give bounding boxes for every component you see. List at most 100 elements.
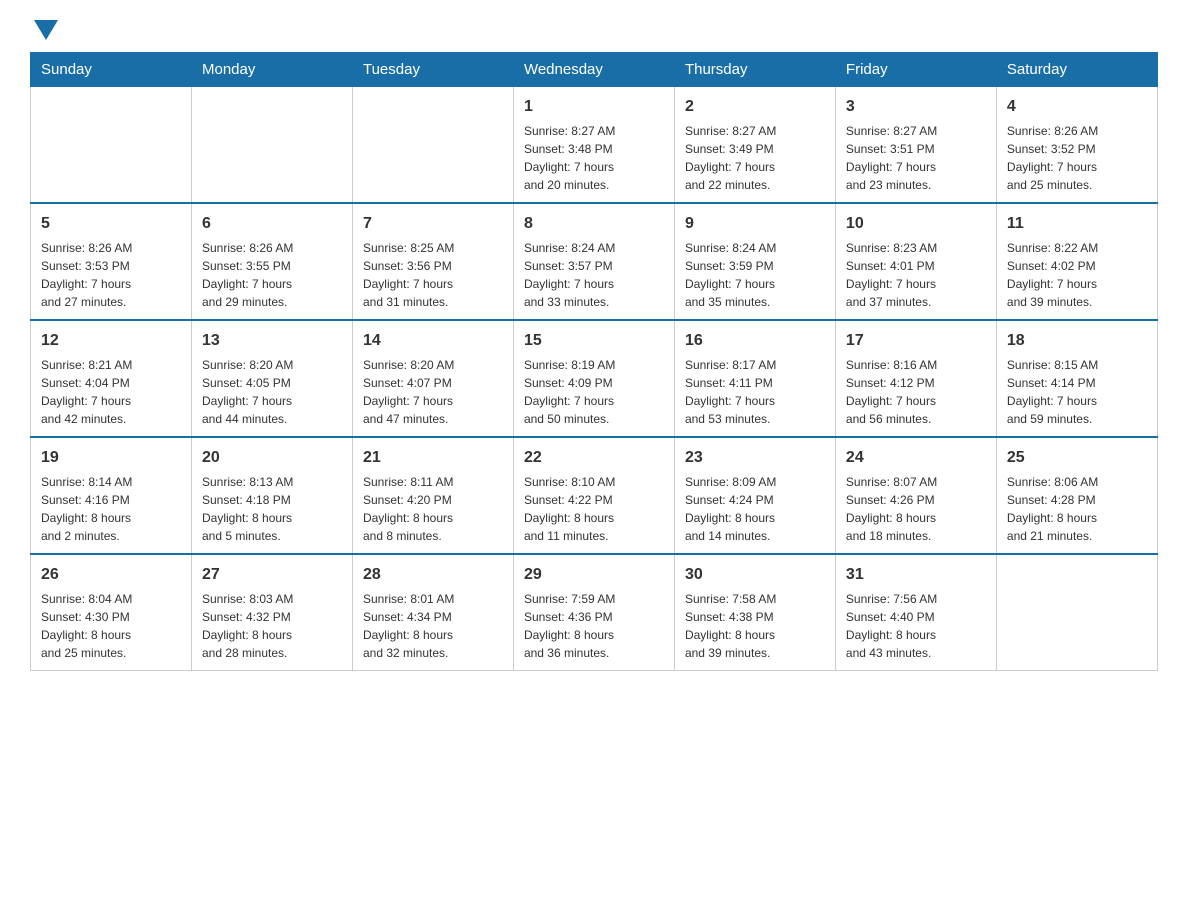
day-info-line: Daylight: 8 hours	[1007, 509, 1147, 527]
day-info-line: Daylight: 8 hours	[846, 626, 986, 644]
day-number: 12	[41, 329, 181, 353]
day-info-line: Daylight: 7 hours	[524, 392, 664, 410]
calendar-cell: 29Sunrise: 7:59 AMSunset: 4:36 PMDayligh…	[513, 554, 674, 671]
day-info-line: Sunset: 4:20 PM	[363, 491, 503, 509]
day-info-line: Sunset: 4:01 PM	[846, 257, 986, 275]
calendar-header-tuesday: Tuesday	[352, 53, 513, 87]
day-info-line: Sunrise: 8:04 AM	[41, 590, 181, 608]
day-info-line: and 47 minutes.	[363, 410, 503, 428]
calendar-cell	[191, 87, 352, 204]
calendar-header-sunday: Sunday	[31, 53, 192, 87]
logo-general-text	[30, 20, 58, 42]
calendar-cell: 28Sunrise: 8:01 AMSunset: 4:34 PMDayligh…	[352, 554, 513, 671]
day-info-line: Daylight: 8 hours	[685, 626, 825, 644]
calendar-cell: 1Sunrise: 8:27 AMSunset: 3:48 PMDaylight…	[513, 87, 674, 204]
day-number: 29	[524, 563, 664, 587]
day-info-line: Daylight: 8 hours	[524, 509, 664, 527]
day-info-line: Sunrise: 8:27 AM	[685, 122, 825, 140]
day-number: 27	[202, 563, 342, 587]
day-number: 8	[524, 212, 664, 236]
calendar-week-row: 26Sunrise: 8:04 AMSunset: 4:30 PMDayligh…	[31, 554, 1158, 671]
calendar-header-thursday: Thursday	[674, 53, 835, 87]
day-info-line: Daylight: 7 hours	[1007, 158, 1147, 176]
day-number: 20	[202, 446, 342, 470]
day-info-line: Sunset: 3:56 PM	[363, 257, 503, 275]
day-info-line: Daylight: 7 hours	[202, 392, 342, 410]
calendar-cell: 30Sunrise: 7:58 AMSunset: 4:38 PMDayligh…	[674, 554, 835, 671]
day-info-line: Sunset: 3:55 PM	[202, 257, 342, 275]
calendar-cell: 11Sunrise: 8:22 AMSunset: 4:02 PMDayligh…	[996, 203, 1157, 320]
day-info-line: Sunset: 4:05 PM	[202, 374, 342, 392]
day-number: 7	[363, 212, 503, 236]
day-info-line: Sunset: 3:49 PM	[685, 140, 825, 158]
calendar-cell: 8Sunrise: 8:24 AMSunset: 3:57 PMDaylight…	[513, 203, 674, 320]
day-info-line: Sunset: 4:16 PM	[41, 491, 181, 509]
calendar-cell: 10Sunrise: 8:23 AMSunset: 4:01 PMDayligh…	[835, 203, 996, 320]
calendar-cell: 20Sunrise: 8:13 AMSunset: 4:18 PMDayligh…	[191, 437, 352, 554]
day-info-line: and 39 minutes.	[1007, 293, 1147, 311]
day-info-line: and 27 minutes.	[41, 293, 181, 311]
day-info-line: Sunset: 3:48 PM	[524, 140, 664, 158]
day-info-line: Sunset: 4:02 PM	[1007, 257, 1147, 275]
day-number: 23	[685, 446, 825, 470]
day-info-line: and 22 minutes.	[685, 176, 825, 194]
day-info-line: and 37 minutes.	[846, 293, 986, 311]
calendar-header-wednesday: Wednesday	[513, 53, 674, 87]
day-info-line: Daylight: 7 hours	[846, 275, 986, 293]
day-info-line: and 25 minutes.	[41, 644, 181, 662]
day-number: 21	[363, 446, 503, 470]
day-number: 26	[41, 563, 181, 587]
calendar-cell: 7Sunrise: 8:25 AMSunset: 3:56 PMDaylight…	[352, 203, 513, 320]
day-info-line: and 43 minutes.	[846, 644, 986, 662]
day-info-line: and 31 minutes.	[363, 293, 503, 311]
day-info-line: and 56 minutes.	[846, 410, 986, 428]
day-info-line: Sunset: 4:12 PM	[846, 374, 986, 392]
day-info-line: Sunrise: 8:15 AM	[1007, 356, 1147, 374]
day-info-line: Sunset: 4:38 PM	[685, 608, 825, 626]
day-info-line: and 5 minutes.	[202, 527, 342, 545]
day-info-line: and 32 minutes.	[363, 644, 503, 662]
day-info-line: Daylight: 8 hours	[41, 509, 181, 527]
calendar-cell: 12Sunrise: 8:21 AMSunset: 4:04 PMDayligh…	[31, 320, 192, 437]
day-info-line: Sunrise: 8:20 AM	[202, 356, 342, 374]
day-info-line: and 23 minutes.	[846, 176, 986, 194]
day-info-line: and 42 minutes.	[41, 410, 181, 428]
day-info-line: and 18 minutes.	[846, 527, 986, 545]
day-number: 5	[41, 212, 181, 236]
day-number: 10	[846, 212, 986, 236]
day-info-line: and 29 minutes.	[202, 293, 342, 311]
day-number: 9	[685, 212, 825, 236]
day-number: 28	[363, 563, 503, 587]
day-info-line: Sunrise: 8:22 AM	[1007, 239, 1147, 257]
day-info-line: Sunrise: 8:21 AM	[41, 356, 181, 374]
day-number: 25	[1007, 446, 1147, 470]
calendar-cell: 18Sunrise: 8:15 AMSunset: 4:14 PMDayligh…	[996, 320, 1157, 437]
logo-triangle-icon	[34, 20, 58, 40]
day-info-line: Sunrise: 8:26 AM	[202, 239, 342, 257]
day-info-line: and 44 minutes.	[202, 410, 342, 428]
day-info-line: and 20 minutes.	[524, 176, 664, 194]
day-info-line: and 35 minutes.	[685, 293, 825, 311]
day-info-line: Sunset: 3:51 PM	[846, 140, 986, 158]
day-info-line: Sunset: 4:18 PM	[202, 491, 342, 509]
day-info-line: and 53 minutes.	[685, 410, 825, 428]
calendar-cell: 2Sunrise: 8:27 AMSunset: 3:49 PMDaylight…	[674, 87, 835, 204]
calendar-cell: 25Sunrise: 8:06 AMSunset: 4:28 PMDayligh…	[996, 437, 1157, 554]
day-info-line: and 33 minutes.	[524, 293, 664, 311]
day-info-line: Sunrise: 8:24 AM	[524, 239, 664, 257]
calendar-cell: 13Sunrise: 8:20 AMSunset: 4:05 PMDayligh…	[191, 320, 352, 437]
day-info-line: Daylight: 7 hours	[1007, 392, 1147, 410]
day-info-line: Daylight: 8 hours	[202, 626, 342, 644]
day-number: 18	[1007, 329, 1147, 353]
day-info-line: Sunset: 3:53 PM	[41, 257, 181, 275]
day-info-line: Sunset: 4:26 PM	[846, 491, 986, 509]
day-info-line: Sunrise: 8:27 AM	[524, 122, 664, 140]
day-info-line: and 59 minutes.	[1007, 410, 1147, 428]
day-info-line: Sunrise: 8:03 AM	[202, 590, 342, 608]
calendar-table: SundayMondayTuesdayWednesdayThursdayFrid…	[30, 52, 1158, 671]
day-info-line: Sunrise: 7:58 AM	[685, 590, 825, 608]
calendar-header-monday: Monday	[191, 53, 352, 87]
calendar-cell: 5Sunrise: 8:26 AMSunset: 3:53 PMDaylight…	[31, 203, 192, 320]
day-info-line: Daylight: 7 hours	[524, 158, 664, 176]
day-info-line: Sunrise: 8:24 AM	[685, 239, 825, 257]
